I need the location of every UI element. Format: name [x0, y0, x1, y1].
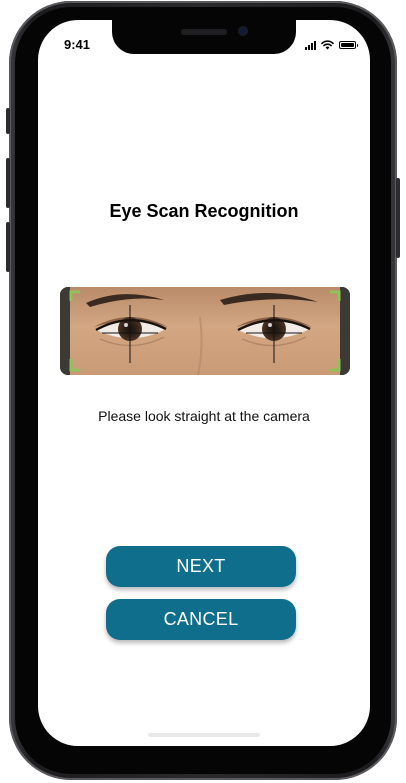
signal-icon [305, 40, 316, 50]
phone-screen: 9:41 Eye Scan Recognition Please look st… [38, 20, 370, 746]
instruction-text: Please look straight at the camera [98, 408, 310, 424]
front-camera-icon [238, 26, 248, 36]
phone-notch [112, 20, 296, 54]
cancel-button[interactable]: CANCEL [106, 599, 296, 640]
next-button[interactable]: NEXT [106, 546, 296, 587]
speaker-grille [181, 29, 227, 35]
app-stage: 9:41 Eye Scan Recognition Please look st… [0, 0, 406, 783]
status-icons [305, 40, 358, 50]
eye-scan-image [60, 287, 350, 375]
power-button [396, 178, 400, 258]
eye-scan-illustration [60, 287, 350, 375]
mute-switch [6, 108, 10, 134]
battery-icon [339, 41, 358, 49]
page-title: Eye Scan Recognition [109, 201, 299, 221]
status-time: 9:41 [64, 37, 91, 52]
volume-down-button [6, 222, 10, 272]
volume-up-button [6, 158, 10, 208]
wifi-icon [321, 40, 334, 50]
home-indicator [148, 733, 260, 737]
